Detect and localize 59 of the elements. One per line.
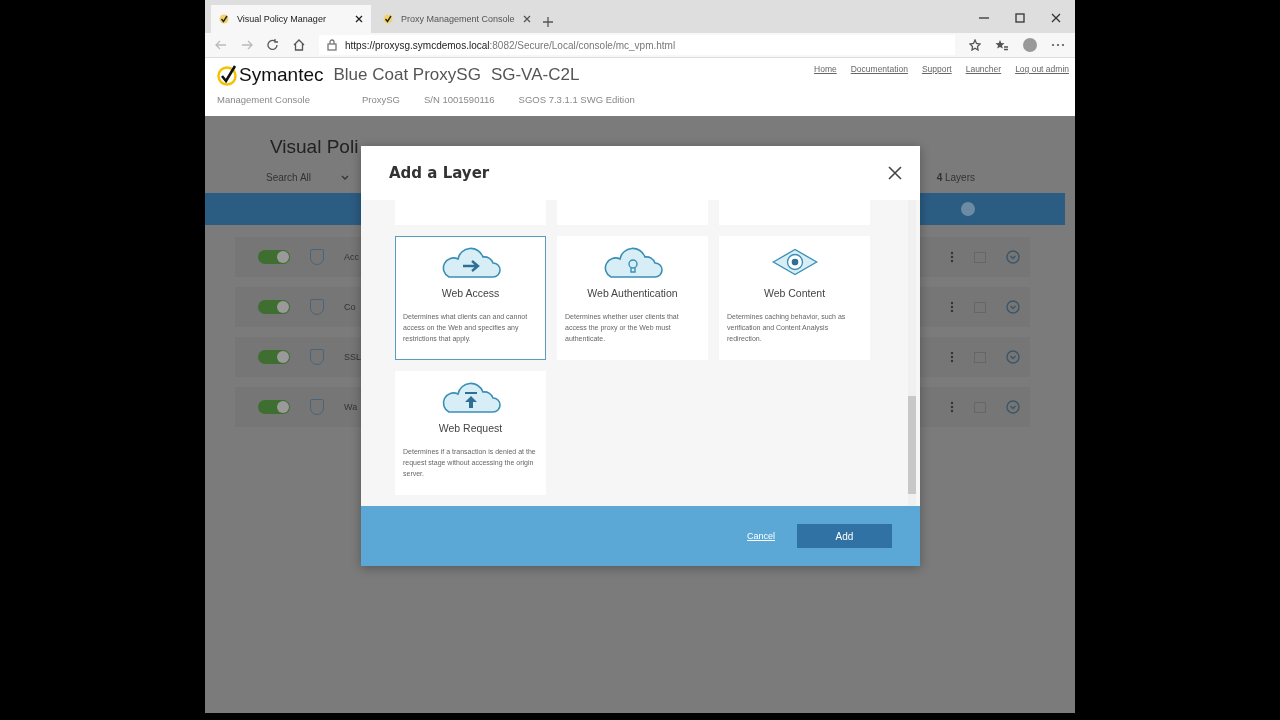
chevron-down-icon <box>341 174 350 181</box>
chevron-circle-icon[interactable] <box>1006 300 1020 314</box>
card-title: Web Request <box>438 422 503 434</box>
product-name: Blue Coat ProxySG <box>333 65 481 85</box>
lock-icon <box>327 39 337 51</box>
profile-icon[interactable] <box>1023 38 1037 52</box>
toggle-switch[interactable] <box>258 400 290 414</box>
circle-icon <box>961 202 975 216</box>
refresh-icon[interactable] <box>267 39 279 51</box>
card-title: Web Content <box>763 287 826 299</box>
chevron-circle-icon[interactable] <box>1006 400 1020 414</box>
forward-icon[interactable] <box>241 40 253 50</box>
layer-count: 4 Layers <box>936 172 975 183</box>
header-link[interactable]: Home <box>814 64 837 116</box>
checkmark-icon <box>383 14 393 24</box>
console-label: Management Console <box>217 94 310 105</box>
toggle-switch[interactable] <box>258 350 290 364</box>
back-icon[interactable] <box>215 40 227 50</box>
more-icon[interactable] <box>1051 43 1065 47</box>
cloud-bulb-icon <box>602 245 663 279</box>
maximize-icon[interactable] <box>1015 13 1025 23</box>
home-icon[interactable] <box>293 39 305 51</box>
model-name: SG-VA-C2L <box>490 65 580 85</box>
page-title: Visual Poli <box>269 135 360 158</box>
checkmark-icon <box>219 14 229 24</box>
star-icon[interactable] <box>969 39 981 51</box>
brand-logo: Symantec <box>239 64 324 86</box>
kebab-icon[interactable] <box>950 301 954 313</box>
new-tab-icon[interactable] <box>543 17 553 27</box>
header-link[interactable]: Documentation <box>850 64 908 116</box>
device-label: ProxySG <box>361 94 400 105</box>
header-link[interactable]: Log out admin <box>1015 64 1069 116</box>
close-icon[interactable] <box>1051 13 1061 23</box>
chevron-circle-icon[interactable] <box>1006 250 1020 264</box>
card-title: Web Authentication <box>587 287 678 299</box>
cloud-arrow-icon <box>440 245 501 279</box>
header-link[interactable]: Launcher <box>965 64 1002 116</box>
address-bar[interactable]: https://proxysg.symcdemos.local:8082/Secure/Local/console/mc_vpm.html <box>319 35 955 55</box>
chevron-circle-icon[interactable] <box>1006 350 1020 364</box>
favorites-icon[interactable] <box>995 39 1009 51</box>
close-icon[interactable] <box>355 15 363 23</box>
toggle-switch[interactable] <box>258 250 290 264</box>
browser-tab[interactable]: Visual Policy Manager <box>211 5 371 33</box>
close-icon[interactable] <box>888 166 902 180</box>
card-title: Web Access <box>441 287 500 299</box>
add-button[interactable]: Add <box>797 524 892 548</box>
toggle-switch[interactable] <box>258 300 290 314</box>
serial-number: S/N 1001590116 <box>423 94 495 105</box>
kebab-icon[interactable] <box>950 251 954 263</box>
kebab-icon[interactable] <box>950 401 954 413</box>
dialog-title: Add a Layer <box>389 164 490 182</box>
version-label: SGOS 7.3.1.1 SWG Edition <box>518 94 635 105</box>
layer-name: Wa <box>344 402 358 412</box>
cloud-upload-icon <box>440 380 501 414</box>
checkmark-logo-icon <box>217 64 237 86</box>
scrollbar[interactable] <box>908 200 916 506</box>
browser-tab[interactable]: Proxy Management Console <box>375 5 535 33</box>
header-link[interactable]: Support <box>921 64 952 116</box>
kebab-icon[interactable] <box>950 351 954 363</box>
